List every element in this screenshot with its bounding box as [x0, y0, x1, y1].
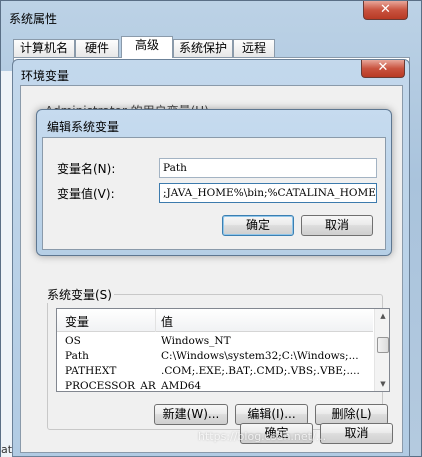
watermark-text: https://blog.csdn.net/...	[198, 430, 327, 443]
tab-remote[interactable]: 远程	[233, 39, 275, 58]
system-variables-list[interactable]: 变量 值 OS Windows_NT Path C:\Windows\syste…	[56, 308, 390, 392]
table-row[interactable]: PROCESSOR_AR AMD64	[57, 380, 373, 392]
variable-name: PROCESSOR_AR	[65, 380, 156, 392]
variable-value-label: 变量值(V):	[57, 187, 115, 201]
column-header-name[interactable]: 变量	[65, 313, 89, 330]
list-header: 变量 值	[57, 309, 373, 332]
tab-advanced[interactable]: 高级	[121, 36, 173, 58]
cancel-button[interactable]: 取消	[320, 423, 393, 444]
edit-variable-button[interactable]: 编辑(I)...	[235, 404, 308, 425]
edit-cancel-button[interactable]: 取消	[301, 215, 373, 236]
bottom-left-text: at	[1, 443, 13, 456]
edit-dialog-body: 变量名(N): Path 变量值(V): ;JAVA_HOME%\bin;%CA…	[42, 137, 386, 250]
edit-system-variable-dialog: 编辑系统变量 变量名(N): Path 变量值(V): ;JAVA_HOME%\…	[36, 109, 392, 256]
variable-name: OS	[65, 335, 81, 347]
environment-variables-title: 环境变量	[21, 69, 70, 83]
variable-value: C:\Windows\system32;C:\Windows;...	[161, 350, 359, 362]
variable-name-label: 变量名(N):	[57, 162, 116, 176]
variable-value: .COM;.EXE;.BAT;.CMD;.VBS;.VBE;....	[161, 365, 360, 377]
new-variable-button[interactable]: 新建(W)...	[154, 404, 228, 425]
table-row[interactable]: PATHEXT .COM;.EXE;.BAT;.CMD;.VBS;.VBE;..…	[57, 365, 373, 380]
variable-name-value: Path	[163, 162, 187, 174]
close-icon[interactable]: ✕	[363, 1, 408, 20]
delete-variable-button[interactable]: 删除(L)	[315, 404, 388, 425]
close-icon[interactable]: ✕	[361, 60, 405, 78]
edit-dialog-title: 编辑系统变量	[47, 120, 120, 134]
column-divider[interactable]	[155, 309, 156, 332]
tab-hardware[interactable]: 硬件	[75, 39, 119, 58]
system-variables-label: 系统变量(S)	[45, 286, 114, 303]
vertical-scrollbar[interactable]: ▲ ▼	[374, 309, 389, 391]
variable-value: Windows_NT	[161, 335, 231, 347]
variable-name: PATHEXT	[65, 365, 117, 377]
variable-value-input[interactable]: ;JAVA_HOME%\bin;%CATALINA_HOME%\bin;	[159, 183, 377, 203]
variable-name-input[interactable]: Path	[159, 158, 377, 178]
scroll-down-icon[interactable]: ▼	[375, 377, 389, 391]
table-row[interactable]: Path C:\Windows\system32;C:\Windows;...	[57, 350, 373, 365]
system-properties-title: 系统属性	[9, 12, 58, 26]
scroll-thumb[interactable]	[377, 337, 389, 353]
variable-value-text: ;JAVA_HOME%\bin;%CATALINA_HOME%\bin;	[163, 187, 376, 199]
column-header-value[interactable]: 值	[161, 313, 173, 330]
tab-system-protection[interactable]: 系统保护	[173, 39, 233, 58]
table-row[interactable]: OS Windows_NT	[57, 335, 373, 350]
variable-name: Path	[65, 350, 89, 362]
variable-value: AMD64	[161, 380, 202, 392]
edit-ok-button[interactable]: 确定	[222, 215, 294, 236]
tab-computer-name[interactable]: 计算机名	[13, 39, 75, 58]
scroll-up-icon[interactable]: ▲	[375, 309, 389, 323]
